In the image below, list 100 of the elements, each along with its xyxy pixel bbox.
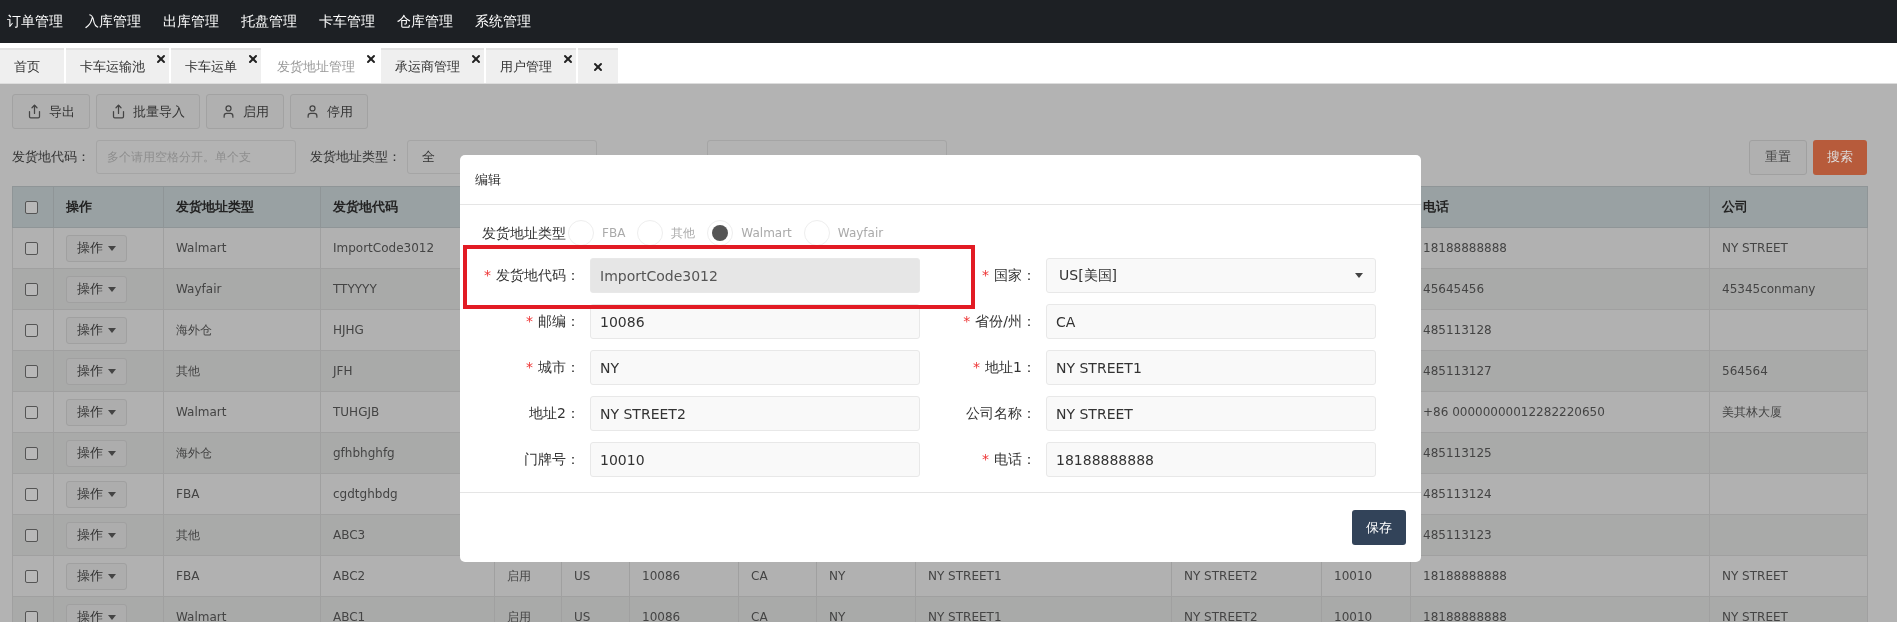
table-cell: NY STREET — [1709, 227, 1868, 269]
action-dropdown-button[interactable]: 操作 — [66, 316, 127, 344]
checkbox[interactable] — [25, 365, 38, 378]
checkbox[interactable] — [25, 201, 38, 215]
radio-label: FBA — [602, 225, 626, 242]
table-cell: 海外仓 — [163, 432, 321, 474]
text-input-field[interactable]: 18188888888 — [1046, 442, 1376, 477]
action-dropdown-button[interactable]: 操作 — [66, 480, 127, 508]
close-icon[interactable] — [365, 53, 377, 65]
caret-icon — [108, 245, 116, 251]
table-cell: FBA — [163, 473, 321, 515]
radio-label: 其他 — [671, 225, 696, 242]
action-dropdown-button[interactable]: 操作 — [66, 275, 127, 303]
close-icon[interactable] — [247, 53, 259, 65]
close-icon[interactable] — [592, 60, 604, 73]
table-cell: 45345conmany — [1709, 268, 1868, 310]
required-mark: * — [484, 266, 491, 285]
action-dropdown-button[interactable]: 操作 — [66, 357, 127, 385]
nav-menu-item[interactable]: 托盘管理 — [241, 11, 297, 32]
action-dropdown-button[interactable]: 操作 — [66, 439, 127, 467]
checkbox[interactable] — [25, 611, 38, 622]
checkbox[interactable] — [25, 570, 38, 583]
field-label: 城市： — [538, 358, 580, 377]
reset-button[interactable]: 重置 — [1749, 139, 1807, 175]
caret-icon — [108, 409, 116, 415]
page-tab[interactable] — [578, 48, 618, 83]
filter-label: 发货地代码： — [12, 148, 90, 167]
checkbox[interactable] — [25, 406, 38, 419]
toolbar-button[interactable]: 导出 — [12, 94, 90, 129]
toolbar-button[interactable]: 批量导入 — [96, 94, 200, 129]
table-cell: Walmart — [163, 227, 321, 269]
user-icon — [221, 104, 236, 119]
checkbox[interactable] — [25, 242, 38, 255]
required-mark: * — [526, 358, 533, 377]
country-select-field[interactable]: US[美国] — [1046, 258, 1376, 293]
toolbar-button[interactable]: 停用 — [290, 94, 368, 129]
checkbox[interactable] — [25, 324, 38, 337]
user-icon — [305, 104, 320, 119]
checkbox[interactable] — [25, 529, 38, 542]
checkbox[interactable] — [25, 283, 38, 296]
text-input-field[interactable]: NY STREET — [1046, 396, 1376, 431]
caret-icon — [108, 327, 116, 333]
caret-icon — [1355, 273, 1363, 278]
close-icon[interactable] — [470, 53, 482, 65]
action-dropdown-button[interactable]: 操作 — [66, 398, 127, 426]
text-input-field[interactable]: 10010 — [590, 442, 920, 477]
required-mark: * — [973, 358, 981, 377]
page-tab[interactable]: 卡车运单 — [171, 48, 261, 83]
caret-icon — [108, 573, 116, 579]
page-tab[interactable]: 首页 — [0, 48, 64, 83]
action-dropdown-button[interactable]: 操作 — [66, 521, 127, 549]
field-label: 发货地代码： — [496, 266, 580, 285]
table-cell: 美其林大厦 — [1709, 391, 1868, 433]
field-label: 门牌号： — [524, 450, 580, 469]
required-mark: * — [982, 450, 989, 469]
column-header: 操作 — [53, 186, 164, 228]
column-header: 发货地址类型 — [163, 186, 321, 228]
nav-menu-item[interactable]: 仓库管理 — [397, 11, 453, 32]
field-label: 地址2： — [529, 404, 580, 423]
radio-label: Wayfair — [837, 225, 884, 242]
caret-icon — [108, 450, 116, 456]
nav-menu-item[interactable]: 出库管理 — [163, 11, 219, 32]
table-cell: 564564 — [1709, 350, 1868, 392]
text-input-field[interactable]: NY STREET2 — [590, 396, 920, 431]
page-tab[interactable]: 用户管理 — [486, 48, 576, 83]
text-input-field[interactable]: CA — [1046, 304, 1376, 339]
table-cell: NY STREET — [1709, 555, 1868, 597]
nav-menu-item[interactable]: 入库管理 — [85, 11, 141, 32]
export-icon — [27, 104, 42, 119]
caret-icon — [108, 368, 116, 374]
text-input-field[interactable]: NY STREET1 — [1046, 350, 1376, 385]
table-cell: Wayfair — [163, 268, 321, 310]
nav-menu-item[interactable]: 系统管理 — [475, 11, 531, 32]
action-dropdown-button[interactable]: 操作 — [66, 562, 127, 590]
export-icon — [111, 104, 126, 119]
required-mark: * — [982, 266, 989, 285]
table-cell: 其他 — [163, 514, 321, 556]
table-cell: 海外仓 — [163, 309, 321, 351]
page-tab[interactable]: 承运商管理 — [381, 48, 484, 83]
save-button[interactable]: 保存 — [1352, 510, 1406, 545]
caret-icon — [108, 286, 116, 292]
checkbox[interactable] — [25, 447, 38, 460]
table-cell: FBA — [163, 555, 321, 597]
action-dropdown-button[interactable]: 操作 — [66, 234, 127, 262]
caret-icon — [108, 532, 116, 538]
toolbar-button[interactable]: 启用 — [206, 94, 284, 129]
checkbox[interactable] — [25, 488, 38, 501]
nav-menu-item[interactable]: 卡车管理 — [319, 11, 375, 32]
text-input-field[interactable]: NY — [590, 350, 920, 385]
nav-menu-item[interactable]: 订单管理 — [7, 11, 63, 32]
field-label: 省份/州： — [975, 312, 1036, 331]
page-tab[interactable]: 卡车运输池 — [66, 48, 169, 83]
close-icon[interactable] — [562, 53, 574, 65]
search-button[interactable]: 搜索 — [1813, 139, 1867, 175]
column-header: 公司 — [1709, 186, 1868, 228]
field-label: 公司名称： — [966, 404, 1036, 423]
close-icon[interactable] — [155, 53, 167, 65]
field-label: 国家： — [994, 266, 1036, 285]
caret-icon — [108, 491, 116, 497]
table-cell: 其他 — [163, 350, 321, 392]
